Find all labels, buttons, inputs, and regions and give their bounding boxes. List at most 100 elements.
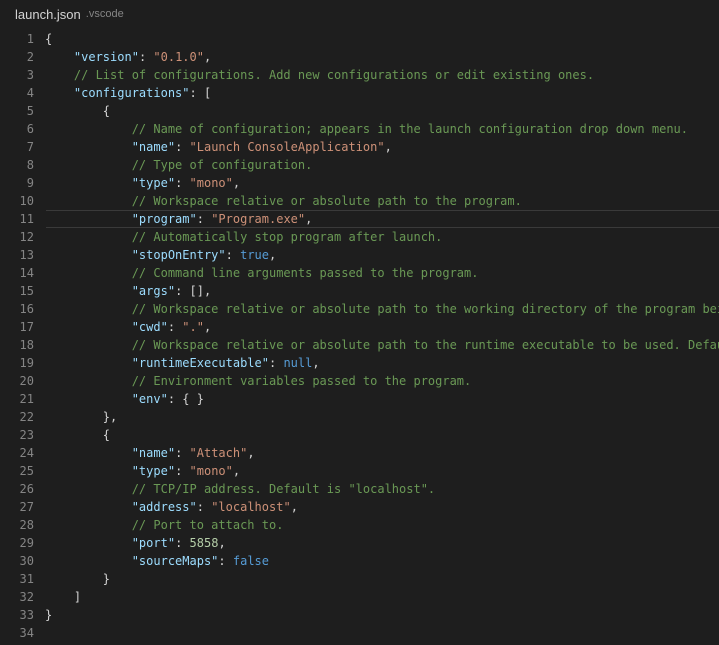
line-content[interactable]: "port": 5858, xyxy=(45,534,226,552)
line-number: 14 xyxy=(19,266,34,280)
line-content[interactable]: "name": "Launch ConsoleApplication", xyxy=(45,138,392,156)
line-content[interactable]: "cwd": ".", xyxy=(45,318,212,336)
line-number: 5 xyxy=(26,104,34,118)
line-number: 21 xyxy=(19,392,34,406)
line-number: 10 xyxy=(19,194,34,208)
line-content[interactable]: "sourceMaps": false xyxy=(45,552,269,570)
code-line[interactable]: 2 "version": "0.1.0", xyxy=(0,48,719,66)
line-content[interactable]: "type": "mono", xyxy=(45,462,240,480)
line-number: 11 xyxy=(19,212,34,226)
code-line[interactable]: 17 "cwd": ".", xyxy=(0,318,719,336)
line-number: 2 xyxy=(26,50,34,64)
code-line[interactable]: 30 "sourceMaps": false xyxy=(0,552,719,570)
line-content[interactable]: // Command line arguments passed to the … xyxy=(45,264,479,282)
line-content[interactable]: "configurations": [ xyxy=(45,84,211,102)
line-content[interactable]: "program": "Program.exe", xyxy=(45,210,313,228)
code-line[interactable]: 28 // Port to attach to. xyxy=(0,516,719,534)
code-line[interactable]: 21 "env": { } xyxy=(0,390,719,408)
line-content[interactable]: "type": "mono", xyxy=(45,174,240,192)
code-line[interactable]: 3 // List of configurations. Add new con… xyxy=(0,66,719,84)
line-content[interactable]: // Automatically stop program after laun… xyxy=(45,228,443,246)
line-number: 9 xyxy=(26,176,34,190)
code-line[interactable]: 20 // Environment variables passed to th… xyxy=(0,372,719,390)
line-number: 18 xyxy=(19,338,34,352)
line-number: 12 xyxy=(19,230,34,244)
code-line[interactable]: 31 } xyxy=(0,570,719,588)
code-line[interactable]: 10 // Workspace relative or absolute pat… xyxy=(0,192,719,210)
line-number: 16 xyxy=(19,302,34,316)
code-line[interactable]: 16 // Workspace relative or absolute pat… xyxy=(0,300,719,318)
line-number: 24 xyxy=(19,446,34,460)
code-line[interactable]: 4 "configurations": [ xyxy=(0,84,719,102)
code-line[interactable]: 15 "args": [], xyxy=(0,282,719,300)
line-content[interactable]: // Type of configuration. xyxy=(45,156,313,174)
line-number: 23 xyxy=(19,428,34,442)
line-content[interactable]: // Workspace relative or absolute path t… xyxy=(45,192,522,210)
code-line[interactable]: 18 // Workspace relative or absolute pat… xyxy=(0,336,719,354)
line-content[interactable]: // Name of configuration; appears in the… xyxy=(45,120,688,138)
line-content[interactable]: } xyxy=(45,606,52,624)
line-number: 19 xyxy=(19,356,34,370)
line-content[interactable]: // TCP/IP address. Default is "localhost… xyxy=(45,480,435,498)
code-line[interactable]: 22 }, xyxy=(0,408,719,426)
line-number: 15 xyxy=(19,284,34,298)
code-line[interactable]: 23 { xyxy=(0,426,719,444)
line-content[interactable]: { xyxy=(45,102,110,120)
code-line[interactable]: 11 "program": "Program.exe", xyxy=(0,210,719,228)
line-content[interactable]: "name": "Attach", xyxy=(45,444,255,462)
line-number: 8 xyxy=(26,158,34,172)
line-content[interactable]: // Port to attach to. xyxy=(45,516,284,534)
line-number: 26 xyxy=(19,482,34,496)
line-number: 6 xyxy=(26,122,34,136)
line-content[interactable]: } xyxy=(45,570,110,588)
line-number: 4 xyxy=(26,86,34,100)
line-content[interactable]: "version": "0.1.0", xyxy=(45,48,211,66)
code-line[interactable]: 29 "port": 5858, xyxy=(0,534,719,552)
code-editor[interactable]: launch.json .vscode 1{2 "version": "0.1.… xyxy=(0,0,719,645)
code-line[interactable]: 25 "type": "mono", xyxy=(0,462,719,480)
code-line[interactable]: 32 ] xyxy=(0,588,719,606)
line-content[interactable]: "args": [], xyxy=(45,282,212,300)
code-line[interactable]: 33} xyxy=(0,606,719,624)
line-number: 3 xyxy=(26,68,34,82)
line-number: 30 xyxy=(19,554,34,568)
line-content[interactable]: "env": { } xyxy=(45,390,204,408)
code-line[interactable]: 9 "type": "mono", xyxy=(0,174,719,192)
code-line[interactable]: 26 // TCP/IP address. Default is "localh… xyxy=(0,480,719,498)
code-line[interactable]: 19 "runtimeExecutable": null, xyxy=(0,354,719,372)
line-content[interactable]: "address": "localhost", xyxy=(45,498,298,516)
line-number: 34 xyxy=(19,626,34,640)
line-content[interactable]: { xyxy=(45,426,110,444)
line-content[interactable]: // Workspace relative or absolute path t… xyxy=(45,300,719,318)
line-content[interactable]: // Workspace relative or absolute path t… xyxy=(45,336,719,354)
line-content[interactable]: "stopOnEntry": true, xyxy=(45,246,277,264)
line-number: 17 xyxy=(19,320,34,334)
code-line[interactable]: 1{ xyxy=(0,30,719,48)
file-name[interactable]: launch.json xyxy=(15,7,81,22)
line-content[interactable]: { xyxy=(45,30,52,48)
code-line[interactable]: 6 // Name of configuration; appears in t… xyxy=(0,120,719,138)
line-content[interactable]: ] xyxy=(45,588,81,606)
code-line[interactable]: 8 // Type of configuration. xyxy=(0,156,719,174)
line-content[interactable]: "runtimeExecutable": null, xyxy=(45,354,320,372)
code-line[interactable]: 7 "name": "Launch ConsoleApplication", xyxy=(0,138,719,156)
line-number: 33 xyxy=(19,608,34,622)
code-line[interactable]: 5 { xyxy=(0,102,719,120)
code-line[interactable]: 27 "address": "localhost", xyxy=(0,498,719,516)
code-area[interactable]: 1{2 "version": "0.1.0", 3 // List of conf… xyxy=(0,30,719,642)
line-number: 28 xyxy=(19,518,34,532)
line-content[interactable]: // Environment variables passed to the p… xyxy=(45,372,472,390)
code-line[interactable]: 34 xyxy=(0,624,719,642)
code-line[interactable]: 12 // Automatically stop program after l… xyxy=(0,228,719,246)
line-number: 32 xyxy=(19,590,34,604)
line-number: 25 xyxy=(19,464,34,478)
folder-name: .vscode xyxy=(85,8,124,20)
line-number: 22 xyxy=(19,410,34,424)
editor-title-bar: launch.json .vscode xyxy=(0,0,719,28)
line-content[interactable]: // List of configurations. Add new confi… xyxy=(45,66,594,84)
code-line[interactable]: 13 "stopOnEntry": true, xyxy=(0,246,719,264)
line-number: 29 xyxy=(19,536,34,550)
line-content[interactable]: }, xyxy=(45,408,117,426)
code-line[interactable]: 14 // Command line arguments passed to t… xyxy=(0,264,719,282)
code-line[interactable]: 24 "name": "Attach", xyxy=(0,444,719,462)
